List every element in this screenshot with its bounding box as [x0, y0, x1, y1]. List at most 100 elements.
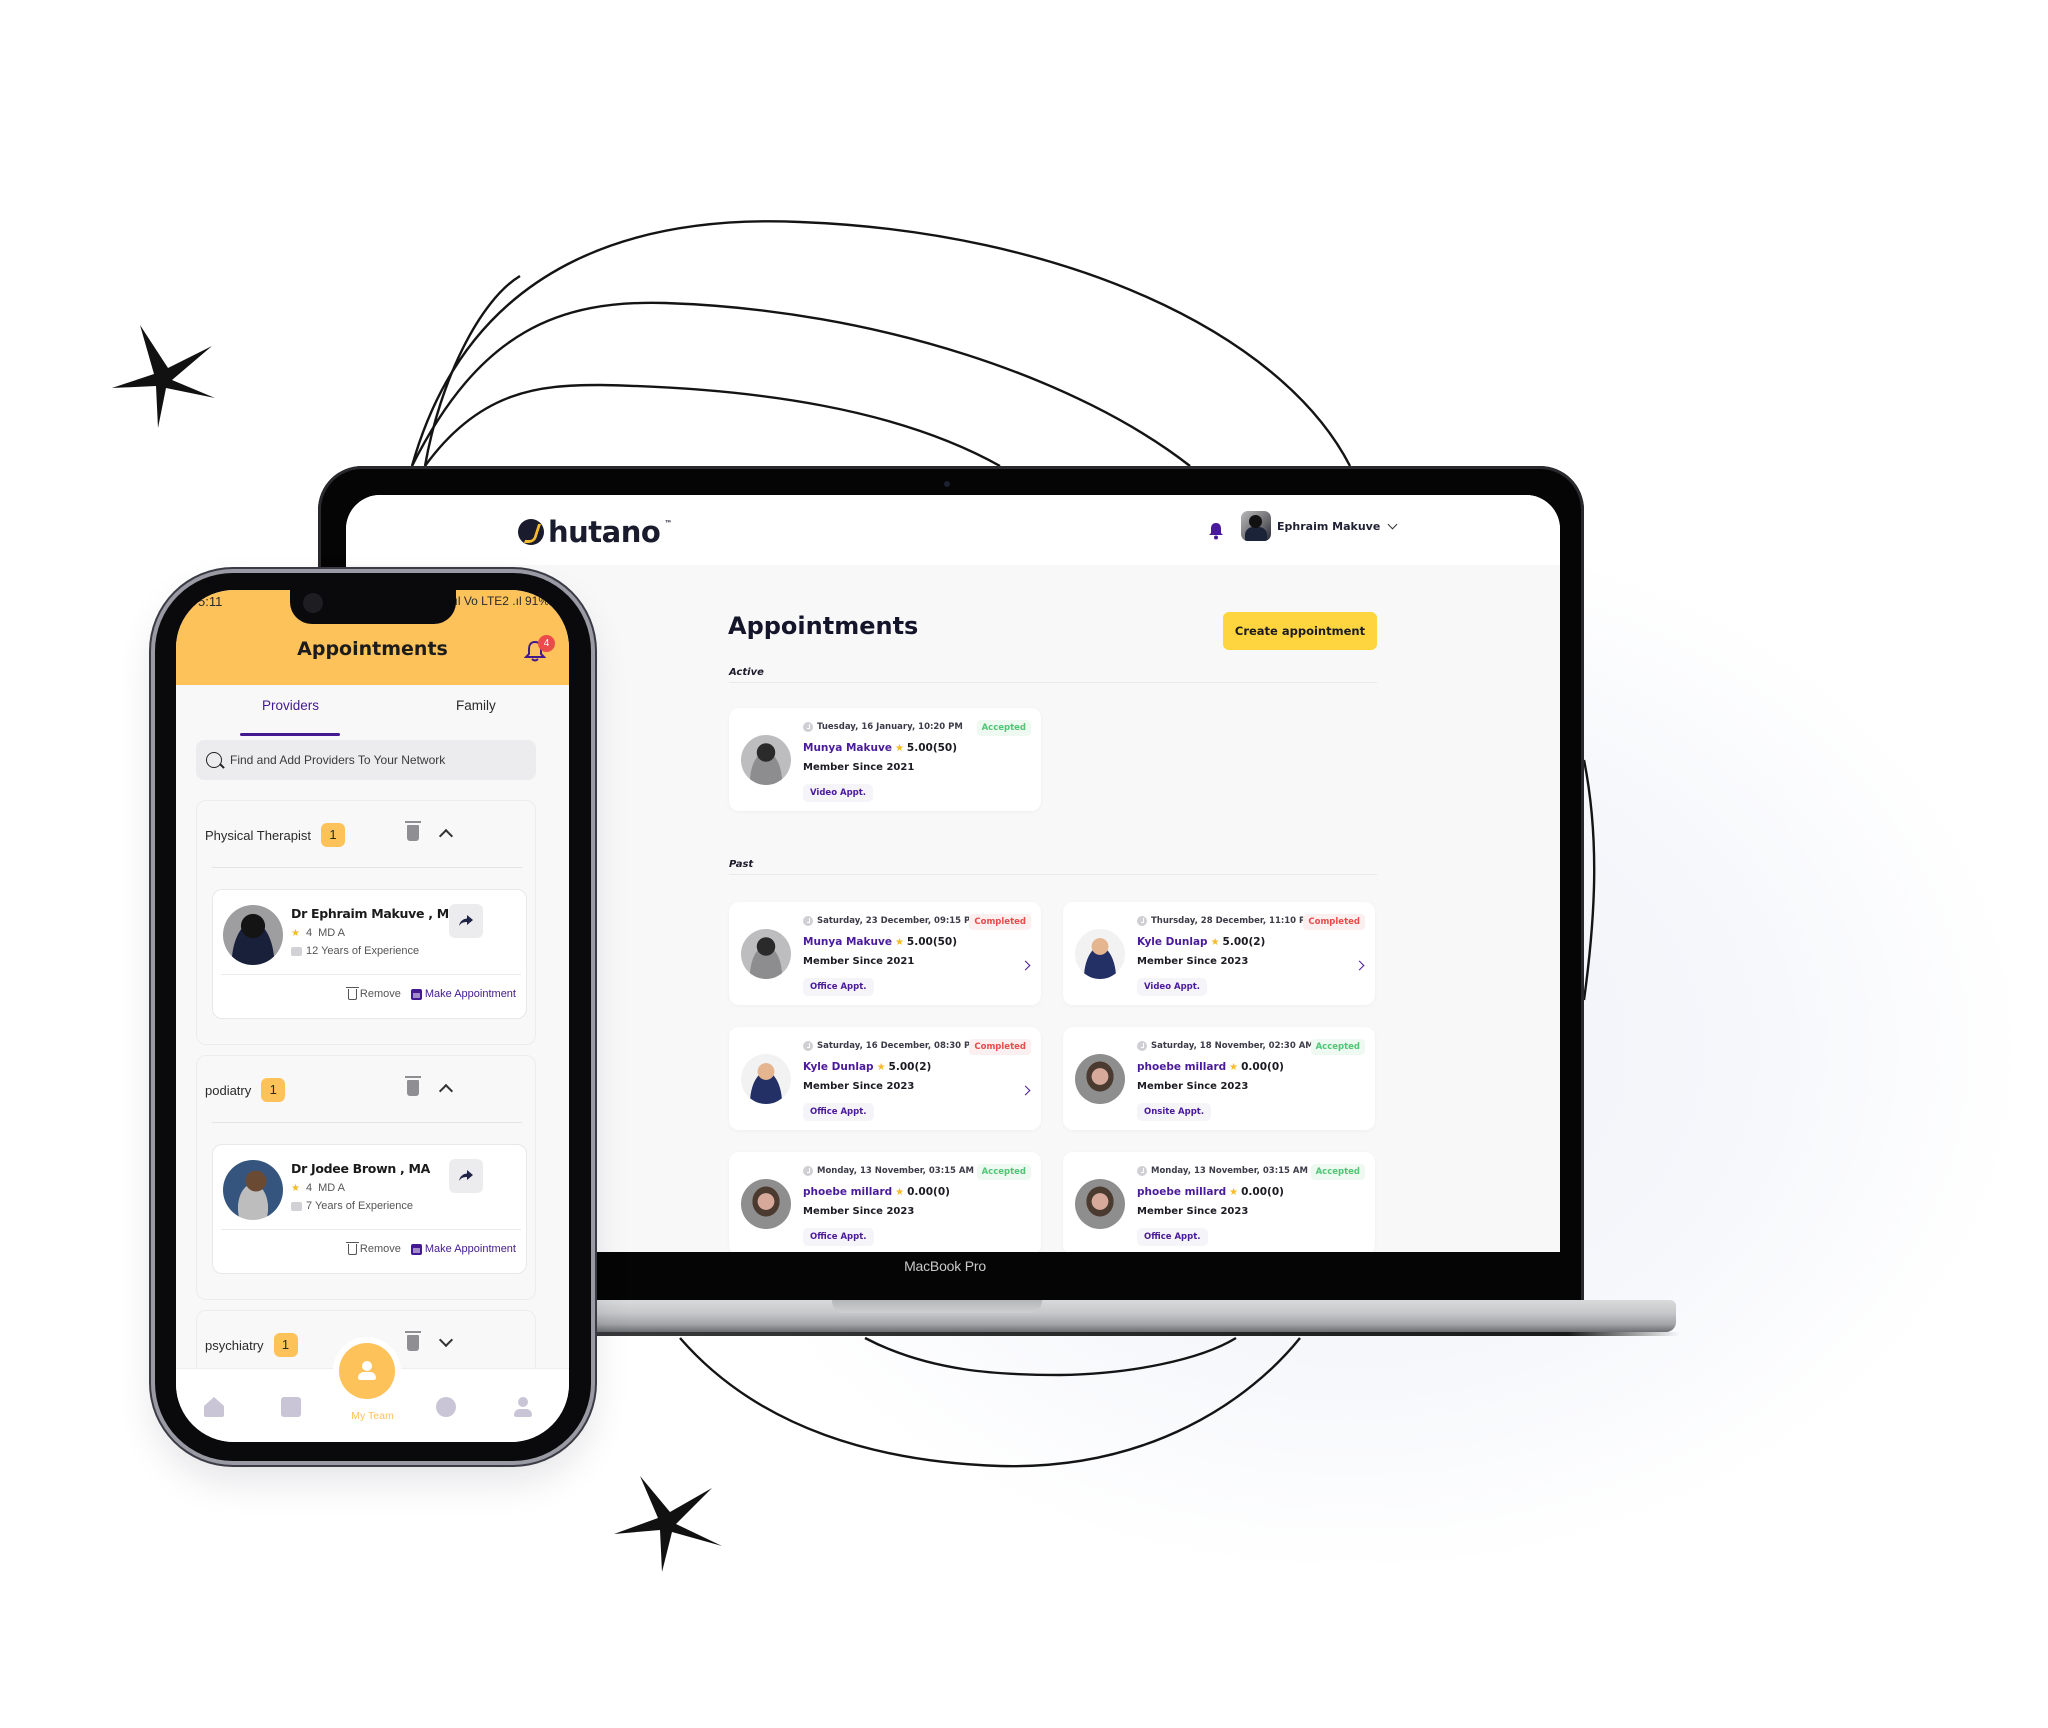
chat-icon[interactable] — [436, 1397, 456, 1417]
provider-actions: Remove Make Appointment — [345, 1241, 516, 1255]
status-bar-time: 5:11 — [198, 594, 223, 609]
appointment-type-badge: Office Appt. — [803, 1228, 874, 1246]
delete-group-icon[interactable] — [405, 1331, 421, 1351]
credential: MD A — [318, 927, 345, 939]
credential: MD A — [318, 1182, 345, 1194]
appointment-card[interactable]: Thursday, 28 December, 11:10 PM Kyle Dunl… — [1063, 902, 1375, 1005]
appointment-card[interactable]: Monday, 13 November, 03:15 AM phoebe mill… — [729, 1152, 1041, 1252]
date-text: Saturday, 18 November, 02:30 AM — [1151, 1041, 1314, 1051]
count-badge: 1 — [273, 1333, 298, 1357]
provider-rating: ★ 4 MD A — [291, 927, 345, 939]
notification-bell-icon[interactable] — [1208, 522, 1224, 540]
appointment-type-badge: Video Appt. — [803, 784, 874, 802]
appointment-card[interactable]: Saturday, 16 December, 08:30 PM Kyle Dunl… — [729, 1027, 1041, 1130]
divider — [212, 867, 522, 868]
laptop-camera — [944, 481, 950, 487]
share-button[interactable] — [449, 904, 483, 938]
clock-icon — [1137, 916, 1147, 926]
patient-name[interactable]: Kyle Dunlap — [1137, 936, 1208, 948]
member-since: Member Since 2023 — [1137, 956, 1249, 967]
user-menu[interactable]: Ephraim Makuve — [1241, 511, 1398, 541]
star-icon: ★ — [291, 1182, 300, 1194]
patient-avatar — [741, 929, 791, 979]
patient-name[interactable]: phoebe millard — [1137, 1061, 1226, 1073]
chevron-right-icon[interactable] — [1354, 960, 1365, 971]
provider-group-podiatry: podiatry 1 Dr Jodee Brown , MA ★ 4 MD A … — [196, 1055, 536, 1300]
patient-avatar — [741, 1179, 791, 1229]
date-text: Thursday, 28 December, 11:10 PM — [1151, 916, 1314, 926]
search-input[interactable] — [230, 753, 510, 767]
share-button[interactable] — [449, 1159, 483, 1193]
appointment-datetime: Saturday, 18 November, 02:30 AM — [1137, 1041, 1314, 1051]
make-appointment-button[interactable]: Make Appointment — [410, 1243, 516, 1255]
patient-avatar — [1075, 1054, 1125, 1104]
experience-text: 12 Years of Experience — [306, 945, 420, 957]
orbit-line — [679, 1337, 1301, 1468]
appointment-type-badge: Office Appt. — [1137, 1228, 1208, 1246]
date-text: Tuesday, 16 January, 10:20 PM — [817, 722, 963, 732]
star-icon: ★ — [876, 1061, 886, 1073]
appointment-datetime: Saturday, 23 December, 09:15 PM — [803, 916, 979, 926]
hutano-logo[interactable]: hutano ™ — [518, 515, 672, 549]
active-tab-indicator — [240, 733, 340, 736]
bottom-nav: My Team — [176, 1343, 569, 1442]
divider — [729, 682, 1377, 683]
patient-row: Kyle Dunlap ★ 5.00(2) — [1137, 936, 1265, 948]
provider-search[interactable] — [196, 740, 536, 780]
tab-providers[interactable]: Providers — [262, 698, 319, 713]
group-header[interactable]: podiatry 1 — [205, 1078, 286, 1102]
orbit-line — [410, 301, 1191, 467]
status-badge: Completed — [969, 1039, 1031, 1055]
clock-icon — [1137, 1041, 1147, 1051]
chevron-up-icon[interactable] — [438, 828, 454, 844]
profile-icon[interactable] — [513, 1397, 533, 1417]
chevron-right-icon[interactable] — [1020, 960, 1031, 971]
patient-name[interactable]: Munya Makuve — [803, 742, 892, 754]
laptop-base — [560, 1300, 1676, 1332]
calendar-icon — [410, 1243, 422, 1255]
remove-button[interactable]: Remove — [345, 1241, 401, 1255]
appointment-card[interactable]: Saturday, 18 November, 02:30 AM phoebe mi… — [1063, 1027, 1375, 1130]
provider-avatar — [223, 905, 283, 965]
status-badge: Accepted — [1310, 1039, 1365, 1055]
my-team-button[interactable] — [339, 1343, 395, 1399]
trash-icon — [345, 986, 359, 1000]
appointment-type-badge: Video Appt. — [1137, 978, 1208, 996]
appointment-datetime: Tuesday, 16 January, 10:20 PM — [803, 722, 963, 732]
section-label-active: Active — [729, 667, 764, 678]
user-name: Ephraim Makuve — [1277, 519, 1381, 533]
make-appointment-button[interactable]: Make Appointment — [410, 988, 516, 1000]
divider — [212, 1122, 522, 1123]
delete-group-icon[interactable] — [405, 1076, 421, 1096]
provider-group-physical-therapist: Physical Therapist 1 Dr Ephraim Makuve ,… — [196, 800, 536, 1045]
phone-screen: 5:11 Vo LTE .ıl Vo LTE2 .ıl 91% Appointm… — [176, 590, 569, 1442]
chevron-right-icon[interactable] — [1020, 1085, 1031, 1096]
group-title: Physical Therapist — [205, 827, 311, 843]
clock-icon — [803, 916, 813, 926]
appointment-card[interactable]: Saturday, 23 December, 09:15 PM Munya Mak… — [729, 902, 1041, 1005]
phone-camera — [303, 593, 323, 613]
patient-name[interactable]: phoebe millard — [803, 1186, 892, 1198]
appointment-card[interactable]: Monday, 13 November, 03:15 AM phoebe mill… — [1063, 1152, 1375, 1252]
user-avatar — [1241, 511, 1271, 541]
group-title: psychiatry — [205, 1337, 264, 1353]
provider-avatar — [223, 1160, 283, 1220]
search-icon — [206, 752, 222, 768]
patient-name[interactable]: Kyle Dunlap — [803, 1061, 874, 1073]
chevron-down-icon[interactable] — [438, 1332, 454, 1348]
patient-name[interactable]: phoebe millard — [1137, 1186, 1226, 1198]
clock-icon — [803, 1166, 813, 1176]
patient-name[interactable]: Munya Makuve — [803, 936, 892, 948]
remove-button[interactable]: Remove — [345, 986, 401, 1000]
patient-row: phoebe millard ★ 0.00(0) — [1137, 1186, 1284, 1198]
group-header[interactable]: psychiatry 1 — [205, 1333, 298, 1357]
group-header[interactable]: Physical Therapist 1 — [205, 823, 345, 847]
star-icon: ★ — [894, 742, 904, 754]
appointment-card[interactable]: Tuesday, 16 January, 10:20 PM Munya Makuv… — [729, 708, 1041, 811]
delete-group-icon[interactable] — [405, 821, 421, 841]
tab-family[interactable]: Family — [456, 698, 496, 713]
clock-icon — [1137, 1166, 1147, 1176]
appointment-datetime: Saturday, 16 December, 08:30 PM — [803, 1041, 979, 1051]
chevron-up-icon[interactable] — [438, 1083, 454, 1099]
create-appointment-button[interactable]: Create appointment — [1223, 612, 1377, 650]
